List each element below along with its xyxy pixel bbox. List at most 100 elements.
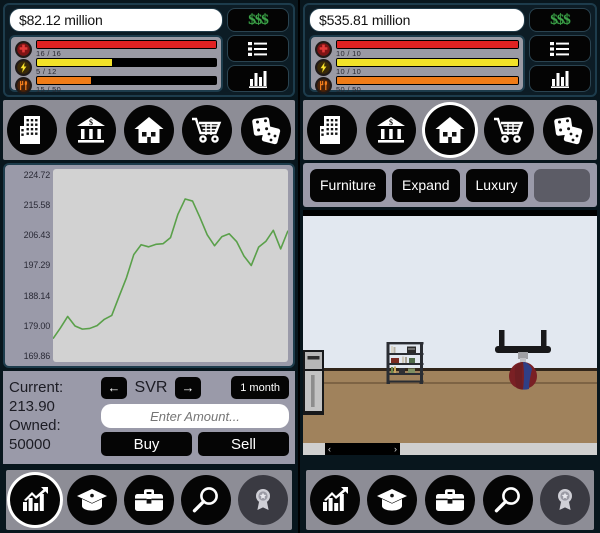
right-bars-row: 10 / 10 10 / 10 50 / 50 bbox=[309, 35, 591, 94]
tool-markets[interactable] bbox=[9, 475, 60, 525]
period-button[interactable]: 1 month bbox=[231, 376, 289, 399]
nav-office[interactable] bbox=[7, 105, 58, 155]
nav-house[interactable] bbox=[424, 105, 475, 155]
money-display: $82.12 million bbox=[9, 8, 223, 32]
nav-casino[interactable] bbox=[240, 105, 291, 155]
house-room-view[interactable]: ‹ › bbox=[303, 210, 597, 455]
stats-button[interactable] bbox=[227, 65, 289, 92]
graduation-cap-icon bbox=[377, 489, 408, 511]
y-tick-3: 197.29 bbox=[23, 260, 51, 271]
shopping-cart-icon bbox=[192, 117, 222, 143]
bookshelf[interactable] bbox=[385, 342, 425, 389]
y-tick-5: 179.00 bbox=[23, 320, 51, 331]
scrollbar-thumb[interactable]: ‹ › bbox=[325, 443, 400, 455]
right-money-row: $535.81 million $$$ bbox=[309, 8, 591, 32]
tab-expand[interactable]: Expand bbox=[392, 168, 460, 202]
magnifier-icon bbox=[192, 487, 219, 513]
tool-search[interactable] bbox=[181, 475, 232, 525]
speed-bag[interactable] bbox=[491, 326, 555, 399]
chart-up-icon bbox=[322, 487, 348, 511]
tool-job[interactable] bbox=[123, 475, 174, 525]
right-tool-nav bbox=[306, 470, 594, 530]
tab-empty[interactable] bbox=[533, 168, 590, 202]
money-button[interactable]: $$$ bbox=[227, 8, 289, 32]
left-device-panel: $82.12 million $$$ 16 / 16 5 / 12 15 / 5… bbox=[0, 0, 300, 533]
stock-chart-card: 224.72 215.58 206.43 197.29 188.14 179.0… bbox=[3, 163, 295, 368]
sell-button[interactable]: Sell bbox=[198, 432, 289, 456]
stat-value-health: 10 / 10 bbox=[336, 49, 362, 58]
nav-casino[interactable] bbox=[542, 105, 593, 155]
money-button[interactable]: $$$ bbox=[529, 8, 591, 32]
buy-button[interactable]: Buy bbox=[101, 432, 192, 456]
trade-actions: ← SVR → 1 month Buy Sell bbox=[101, 375, 289, 460]
ticker-selector: ← SVR → 1 month bbox=[101, 375, 289, 400]
stat-bar-health: 16 / 16 bbox=[15, 40, 217, 58]
tab-furniture[interactable]: Furniture bbox=[310, 168, 387, 202]
briefcase-icon bbox=[134, 489, 163, 511]
current-value: 213.90 bbox=[9, 398, 55, 415]
left-status-block: $82.12 million $$$ 16 / 16 5 / 12 15 / 5… bbox=[3, 3, 295, 97]
briefcase-icon bbox=[435, 489, 464, 511]
award-ribbon-icon bbox=[558, 489, 573, 510]
nav-bank[interactable]: $ bbox=[366, 105, 417, 155]
bar-chart-icon bbox=[249, 70, 267, 88]
office-building-icon bbox=[320, 116, 341, 144]
left-tool-nav bbox=[6, 470, 292, 530]
health-cross-icon bbox=[15, 40, 32, 58]
graduation-cap-icon bbox=[76, 489, 107, 511]
house-icon bbox=[134, 117, 164, 143]
ticker-label: SVR bbox=[134, 378, 168, 396]
energy-bolt-icon bbox=[315, 58, 332, 76]
nav-house[interactable] bbox=[123, 105, 174, 155]
right-location-nav: $ bbox=[303, 100, 597, 160]
tool-awards[interactable] bbox=[540, 475, 591, 525]
amount-input[interactable] bbox=[101, 404, 289, 428]
stat-bar-health: 10 / 10 bbox=[315, 40, 519, 58]
list-icon bbox=[550, 41, 569, 56]
tool-awards[interactable] bbox=[238, 475, 289, 525]
list-button[interactable] bbox=[529, 35, 591, 62]
y-tick-2: 206.43 bbox=[23, 230, 51, 241]
dice-icon bbox=[251, 117, 280, 145]
money-display: $535.81 million bbox=[309, 8, 525, 32]
stat-bar-energy: 10 / 10 bbox=[315, 58, 519, 76]
prev-stock-button[interactable]: ← bbox=[101, 376, 127, 399]
tool-search[interactable] bbox=[482, 475, 533, 525]
owned-label: Owned: bbox=[9, 417, 61, 434]
scroll-right-arrow[interactable]: › bbox=[394, 444, 397, 454]
stats-button[interactable] bbox=[529, 65, 591, 92]
cabinet[interactable] bbox=[303, 350, 325, 421]
chart-up-icon bbox=[22, 487, 48, 511]
nav-office[interactable] bbox=[307, 105, 358, 155]
buy-sell-row: Buy Sell bbox=[101, 432, 289, 456]
dice-icon bbox=[553, 117, 582, 145]
office-building-icon bbox=[20, 116, 41, 144]
stat-bar-food: 50 / 50 bbox=[315, 76, 519, 94]
list-button[interactable] bbox=[227, 35, 289, 62]
app-root: $82.12 million $$$ 16 / 16 5 / 12 15 / 5… bbox=[0, 0, 600, 533]
shopping-cart-icon bbox=[493, 117, 524, 143]
tool-education[interactable] bbox=[66, 475, 117, 525]
house-icon bbox=[435, 117, 465, 143]
left-location-nav: $ bbox=[3, 100, 295, 160]
right-side-buttons-lower bbox=[529, 35, 591, 92]
tool-education[interactable] bbox=[367, 475, 418, 525]
stat-value-food: 50 / 50 bbox=[336, 85, 362, 94]
tool-markets[interactable] bbox=[309, 475, 360, 525]
scroll-left-arrow[interactable]: ‹ bbox=[328, 444, 331, 454]
current-label: Current: bbox=[9, 379, 64, 396]
left-bars-row: 16 / 16 5 / 12 15 / 50 bbox=[9, 35, 289, 94]
house-tab-row: Furniture Expand Luxury bbox=[303, 163, 597, 207]
energy-bolt-icon bbox=[15, 58, 32, 76]
nav-shop[interactable] bbox=[483, 105, 534, 155]
bank-icon: $ bbox=[76, 117, 105, 143]
tab-luxury[interactable]: Luxury bbox=[465, 168, 528, 202]
room-horizontal-scrollbar[interactable]: ‹ › bbox=[303, 443, 597, 455]
food-utensils-icon bbox=[315, 76, 332, 94]
tool-job[interactable] bbox=[424, 475, 475, 525]
list-icon bbox=[248, 41, 267, 56]
next-stock-button[interactable]: → bbox=[175, 376, 201, 399]
nav-bank[interactable]: $ bbox=[65, 105, 116, 155]
nav-shop[interactable] bbox=[182, 105, 233, 155]
chart-plot-area bbox=[53, 169, 288, 362]
